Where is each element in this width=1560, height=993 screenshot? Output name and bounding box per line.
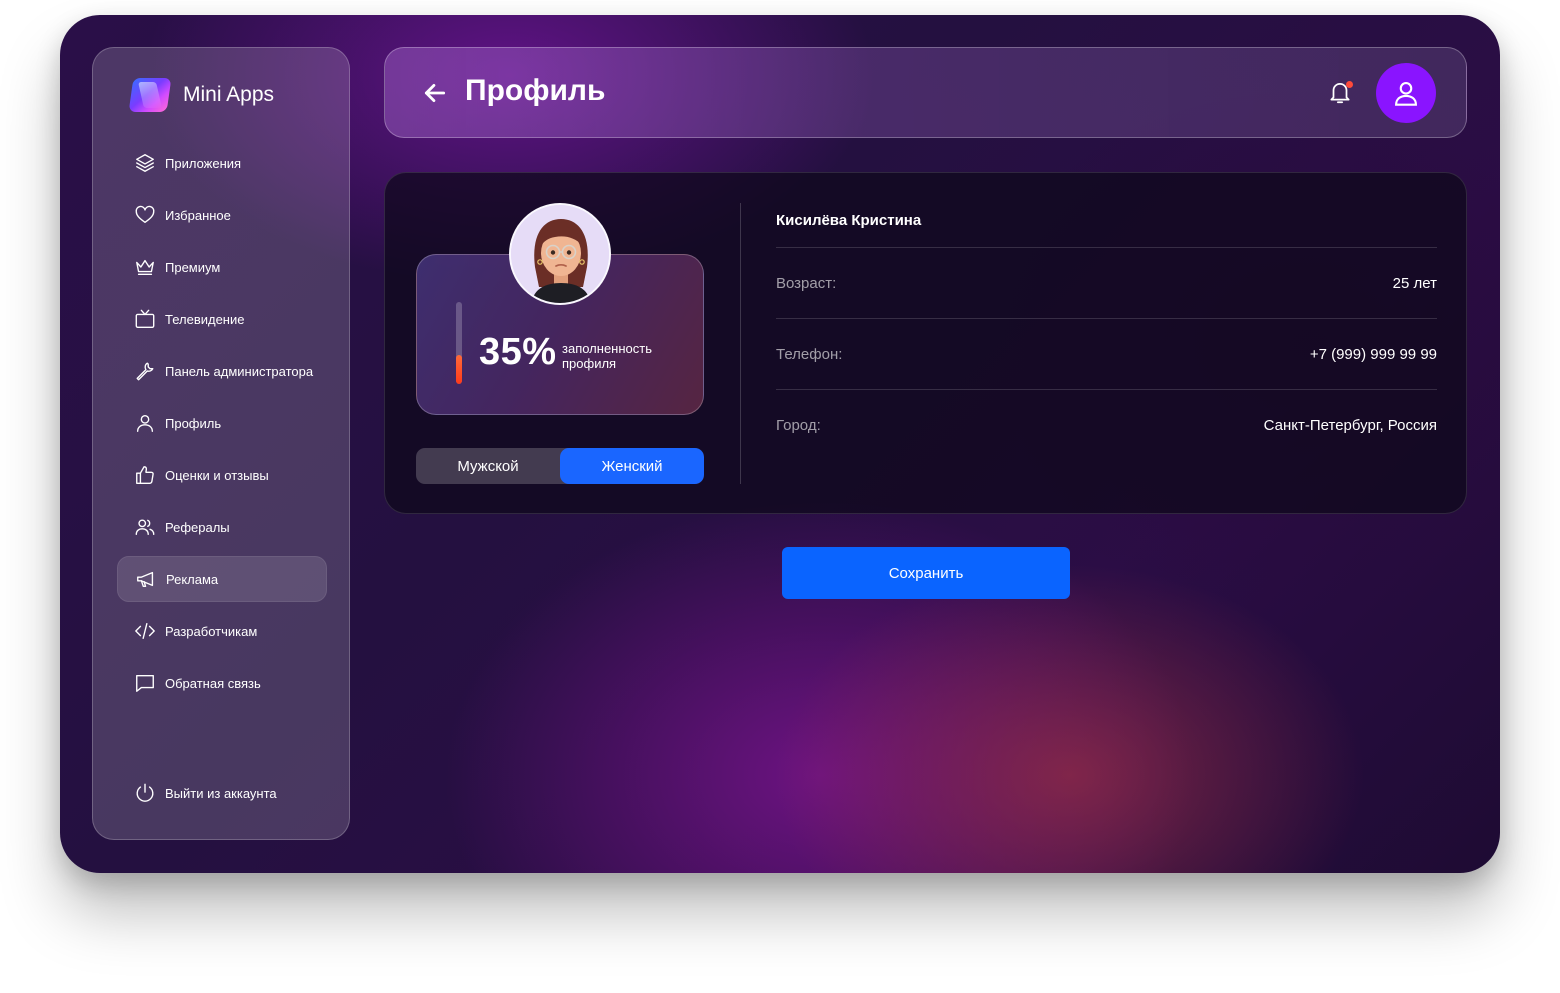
completion-progress-bar [456, 302, 462, 384]
users-icon [133, 515, 157, 539]
crown-icon [133, 255, 157, 279]
completion-progress-fill [456, 355, 462, 384]
sidebar-item-premium[interactable]: Премиум [117, 244, 327, 290]
info-key: Телефон: [776, 345, 843, 363]
profile-avatar[interactable] [509, 203, 611, 305]
sidebar-item-apps[interactable]: Приложения [117, 140, 327, 186]
sidebar-item-label: Обратная связь [165, 675, 261, 691]
info-value: Санкт-Петербург, Россия [1263, 417, 1437, 434]
brand[interactable]: Mini Apps [128, 78, 275, 112]
app-window: Mini Apps Приложения Избранное Премиум Т… [60, 15, 1500, 873]
info-value: +7 (999) 999 99 99 [1309, 345, 1437, 363]
info-row-city: Город: Санкт-Петербург, Россия [776, 390, 1437, 461]
tv-icon [133, 307, 157, 331]
sidebar-item-label: Реклама [166, 571, 219, 587]
info-value: 25 лет [1392, 274, 1437, 292]
info-row-age: Возраст: 25 лет [776, 248, 1437, 319]
sidebar: Mini Apps Приложения Избранное Премиум Т… [92, 47, 350, 840]
page-title: Профиль [465, 74, 606, 107]
wrench-icon [133, 359, 157, 383]
sidebar-item-favorites[interactable]: Избранное [117, 192, 327, 238]
back-button[interactable] [421, 78, 449, 108]
card-divider [740, 203, 741, 484]
heart-icon [133, 203, 157, 227]
gender-option-male[interactable]: Мужской [416, 448, 560, 484]
mini-apps-logo-icon [128, 78, 172, 112]
sidebar-item-developers[interactable]: Разработчикам [117, 608, 327, 654]
sidebar-item-label: Премиум [165, 259, 221, 275]
thumbs-up-icon [133, 463, 157, 487]
megaphone-icon [134, 567, 158, 591]
profile-name: Кисилёва Кристина [776, 193, 1437, 248]
user-icon [133, 411, 157, 435]
save-button[interactable]: Сохранить [782, 547, 1070, 599]
code-icon [133, 619, 157, 643]
memoji-avatar-icon [511, 205, 609, 303]
sidebar-item-label: Избранное [165, 207, 231, 223]
completion-percent: 35% [479, 331, 557, 373]
user-icon [1395, 82, 1417, 106]
info-row-phone: Телефон: +7 (999) 999 99 99 [776, 319, 1437, 390]
gender-option-female[interactable]: Женский [560, 448, 704, 484]
arrow-left-icon [424, 84, 446, 102]
sidebar-item-label: Телевидение [165, 311, 245, 327]
profile-info: Кисилёва Кристина Возраст: 25 лет Телефо… [776, 193, 1437, 461]
sidebar-item-label: Профиль [165, 415, 222, 431]
sidebar-item-referrals[interactable]: Рефералы [117, 504, 327, 550]
sidebar-item-label: Оценки и отзывы [165, 467, 269, 483]
user-avatar-button[interactable] [1376, 63, 1436, 123]
message-icon [133, 671, 157, 695]
notifications-button[interactable] [1327, 79, 1355, 107]
layers-icon [133, 151, 157, 175]
sidebar-item-reviews[interactable]: Оценки и отзывы [117, 452, 327, 498]
logout-button[interactable]: Выйти из аккаунта [117, 770, 327, 816]
sidebar-item-label: Панель администратора [165, 363, 314, 379]
notification-dot [1346, 81, 1353, 88]
header: Профиль [384, 47, 1467, 138]
info-key: Возраст: [776, 274, 837, 292]
sidebar-item-tv[interactable]: Телевидение [117, 296, 327, 342]
info-key: Город: [776, 417, 821, 434]
logout: Выйти из аккаунта [117, 770, 327, 822]
logout-label: Выйти из аккаунта [165, 785, 277, 801]
completion-label: заполненность профиля [562, 341, 652, 371]
sidebar-item-label: Рефералы [165, 519, 230, 535]
sidebar-item-label: Приложения [165, 155, 242, 171]
profile-card: 35% заполненность профиля Мужской Женски… [384, 172, 1467, 514]
gender-toggle: Мужской Женский [416, 448, 704, 484]
sidebar-item-admin-panel[interactable]: Панель администратора [117, 348, 327, 394]
sidebar-item-profile[interactable]: Профиль [117, 400, 327, 446]
brand-name: Mini Apps [183, 83, 275, 106]
sidebar-item-ads[interactable]: Реклама [117, 556, 327, 602]
sidebar-item-label: Разработчикам [165, 623, 258, 639]
sidebar-item-feedback[interactable]: Обратная связь [117, 660, 327, 706]
power-icon [133, 781, 157, 805]
sidebar-nav: Приложения Избранное Премиум Телевидение [117, 140, 327, 712]
